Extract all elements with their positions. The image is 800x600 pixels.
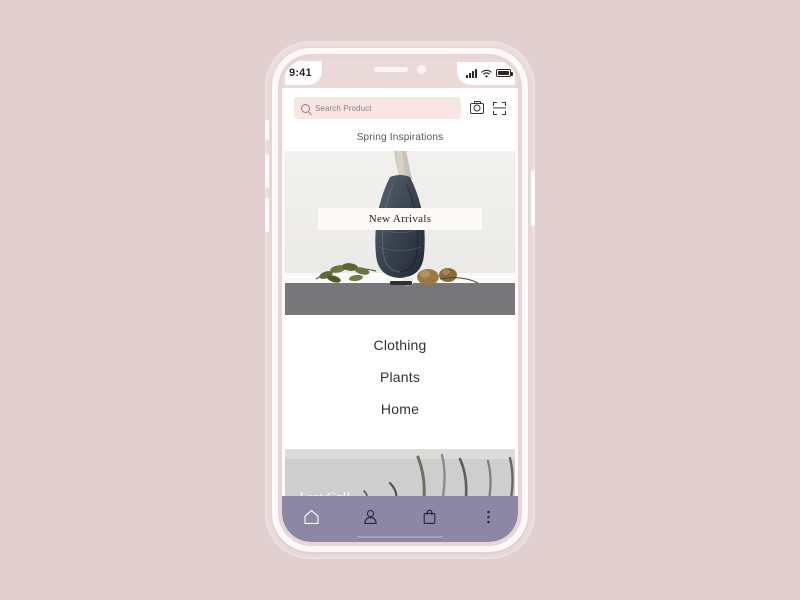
power-button[interactable] — [531, 170, 535, 226]
nav-item-account[interactable] — [354, 504, 388, 530]
nav-item-more[interactable] — [472, 504, 506, 530]
volume-up-button[interactable] — [265, 154, 269, 188]
barcode-scan-icon[interactable] — [493, 101, 506, 115]
speaker-slot-icon — [374, 66, 408, 72]
nav-item-home[interactable] — [295, 504, 329, 530]
search-icon — [301, 103, 310, 113]
home-indicator — [357, 536, 443, 538]
camera-icon[interactable] — [470, 100, 484, 114]
search-input[interactable]: Search Product — [294, 97, 461, 119]
nav-item-bag[interactable] — [413, 504, 447, 530]
category-item-clothing[interactable]: Clothing — [282, 329, 518, 361]
hero-image — [285, 151, 515, 315]
app-content: Search Product Spring Inspirations New A… — [282, 88, 518, 542]
hero-label: New Arrivals — [318, 208, 482, 230]
phone-screen: 9:41 Search Product Spring Inspirations … — [282, 58, 518, 542]
person-icon — [364, 509, 377, 524]
status-time: 9:41 — [285, 61, 322, 85]
more-vertical-icon — [487, 510, 490, 524]
search-placeholder: Search Product — [315, 103, 372, 113]
bottom-navigation — [282, 496, 518, 542]
section-title: Spring Inspirations — [356, 132, 444, 143]
cellular-signal-icon — [466, 68, 477, 78]
search-bar-row: Search Product — [282, 88, 518, 129]
hero-banner[interactable]: New Arrivals — [285, 151, 515, 315]
category-list: Clothing Plants Home — [282, 315, 518, 435]
category-item-plants[interactable]: Plants — [282, 361, 518, 393]
home-icon — [304, 510, 319, 524]
device-notch — [348, 58, 452, 80]
status-indicators — [457, 61, 515, 85]
wifi-icon — [481, 69, 492, 77]
volume-down-button[interactable] — [265, 198, 269, 232]
silent-switch-button[interactable] — [265, 120, 269, 140]
category-item-home[interactable]: Home — [282, 393, 518, 425]
shopping-bag-icon — [423, 509, 436, 524]
phone-device: 9:41 Search Product Spring Inspirations … — [265, 42, 535, 558]
front-camera-lens-icon — [417, 64, 426, 74]
battery-icon — [496, 69, 513, 77]
status-bar: 9:41 — [282, 58, 518, 88]
